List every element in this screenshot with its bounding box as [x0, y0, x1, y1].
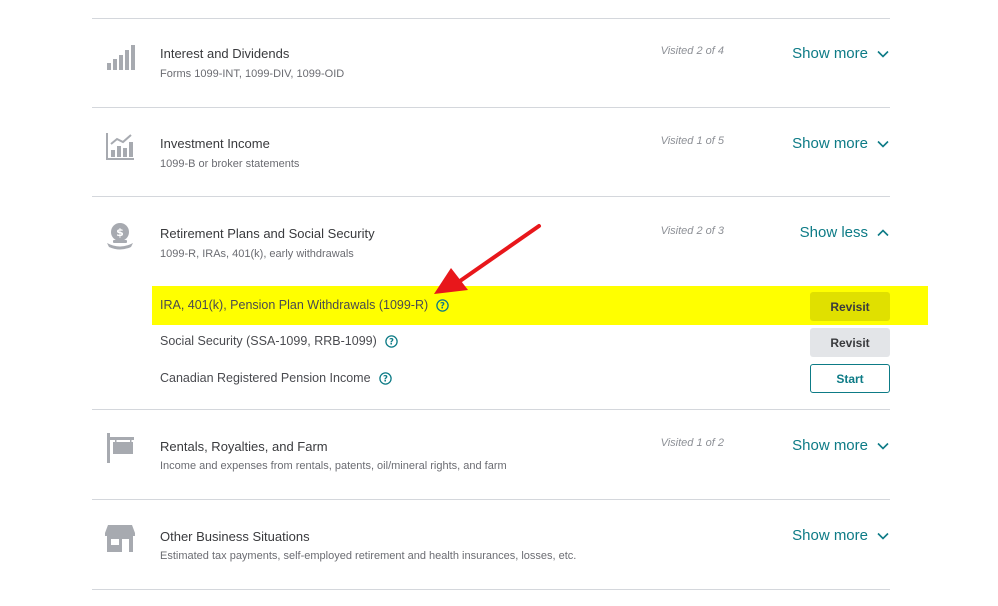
chevron-down-icon	[876, 47, 890, 61]
show-less-toggle[interactable]: Show less	[800, 224, 890, 241]
chevron-up-icon	[876, 226, 890, 240]
section-title: Other Business Situations	[160, 529, 310, 544]
toggle-label: Show more	[792, 135, 868, 152]
revisit-button[interactable]: Revisit	[810, 292, 890, 321]
money-bag-icon: $	[104, 219, 136, 251]
show-more-toggle[interactable]: Show more	[792, 45, 890, 62]
svg-text:?: ?	[440, 301, 445, 311]
visited-status: Visited 1 of 2	[660, 437, 724, 449]
svg-text:?: ?	[389, 337, 394, 347]
svg-text:?: ?	[383, 374, 388, 384]
section-title: Interest and Dividends	[160, 46, 290, 61]
toggle-label: Show more	[792, 437, 868, 454]
section-subtitle: Forms 1099-INT, 1099-DIV, 1099-OID	[160, 68, 345, 80]
sub-item-ira-withdrawals: IRA, 401(k), Pension Plan Withdrawals (1…	[160, 298, 449, 312]
section-title: Retirement Plans and Social Security	[160, 226, 375, 241]
section-title: Rentals, Royalties, and Farm	[160, 439, 328, 454]
sub-item-social-security: Social Security (SSA-1099, RRB-1099) ?	[160, 334, 398, 348]
help-icon[interactable]: ?	[385, 334, 398, 348]
section-investment-income: Investment Income 1099-B or broker state…	[92, 108, 890, 196]
toggle-label: Show less	[799, 224, 868, 241]
storefront-icon	[104, 522, 136, 554]
section-subtitle: Estimated tax payments, self-employed re…	[160, 550, 577, 562]
chevron-down-icon	[876, 529, 890, 543]
section-subtitle: Income and expenses from rentals, patent…	[160, 460, 507, 472]
help-icon[interactable]: ?	[436, 298, 449, 312]
show-more-toggle[interactable]: Show more	[792, 135, 890, 152]
section-interest-dividends: Interest and Dividends Forms 1099-INT, 1…	[92, 19, 890, 107]
section-title: Investment Income	[160, 136, 270, 151]
start-button[interactable]: Start	[810, 364, 890, 393]
sub-item-canadian-pension: Canadian Registered Pension Income ?	[160, 371, 392, 385]
svg-text:$: $	[116, 226, 124, 239]
sub-item-label: IRA, 401(k), Pension Plan Withdrawals (1…	[160, 298, 429, 312]
chevron-down-icon	[876, 137, 890, 151]
bar-chart-icon	[104, 41, 136, 73]
visited-status: Visited 1 of 5	[660, 135, 724, 147]
show-more-toggle[interactable]: Show more	[792, 437, 890, 454]
visited-status: Visited 2 of 4	[660, 45, 724, 57]
signpost-icon	[104, 432, 136, 464]
revisit-button[interactable]: Revisit	[810, 328, 890, 357]
section-subtitle: 1099-R, IRAs, 401(k), early withdrawals	[160, 248, 354, 260]
section-rentals: Rentals, Royalties, and Farm Income and …	[92, 410, 890, 498]
sub-item-label: Social Security (SSA-1099, RRB-1099)	[160, 334, 377, 348]
toggle-label: Show more	[792, 45, 868, 62]
divider	[92, 589, 890, 590]
help-icon[interactable]: ?	[378, 371, 392, 385]
section-other-business: Other Business Situations Estimated tax …	[92, 500, 890, 588]
section-retirement: $ Retirement Plans and Social Security 1…	[92, 197, 890, 277]
chevron-down-icon	[876, 439, 890, 453]
visited-status: Visited 2 of 3	[660, 225, 724, 237]
section-subtitle: 1099-B or broker statements	[160, 158, 300, 170]
show-more-toggle[interactable]: Show more	[792, 527, 890, 544]
sub-item-label: Canadian Registered Pension Income	[160, 371, 371, 385]
investment-chart-icon	[104, 130, 136, 162]
toggle-label: Show more	[792, 527, 868, 544]
